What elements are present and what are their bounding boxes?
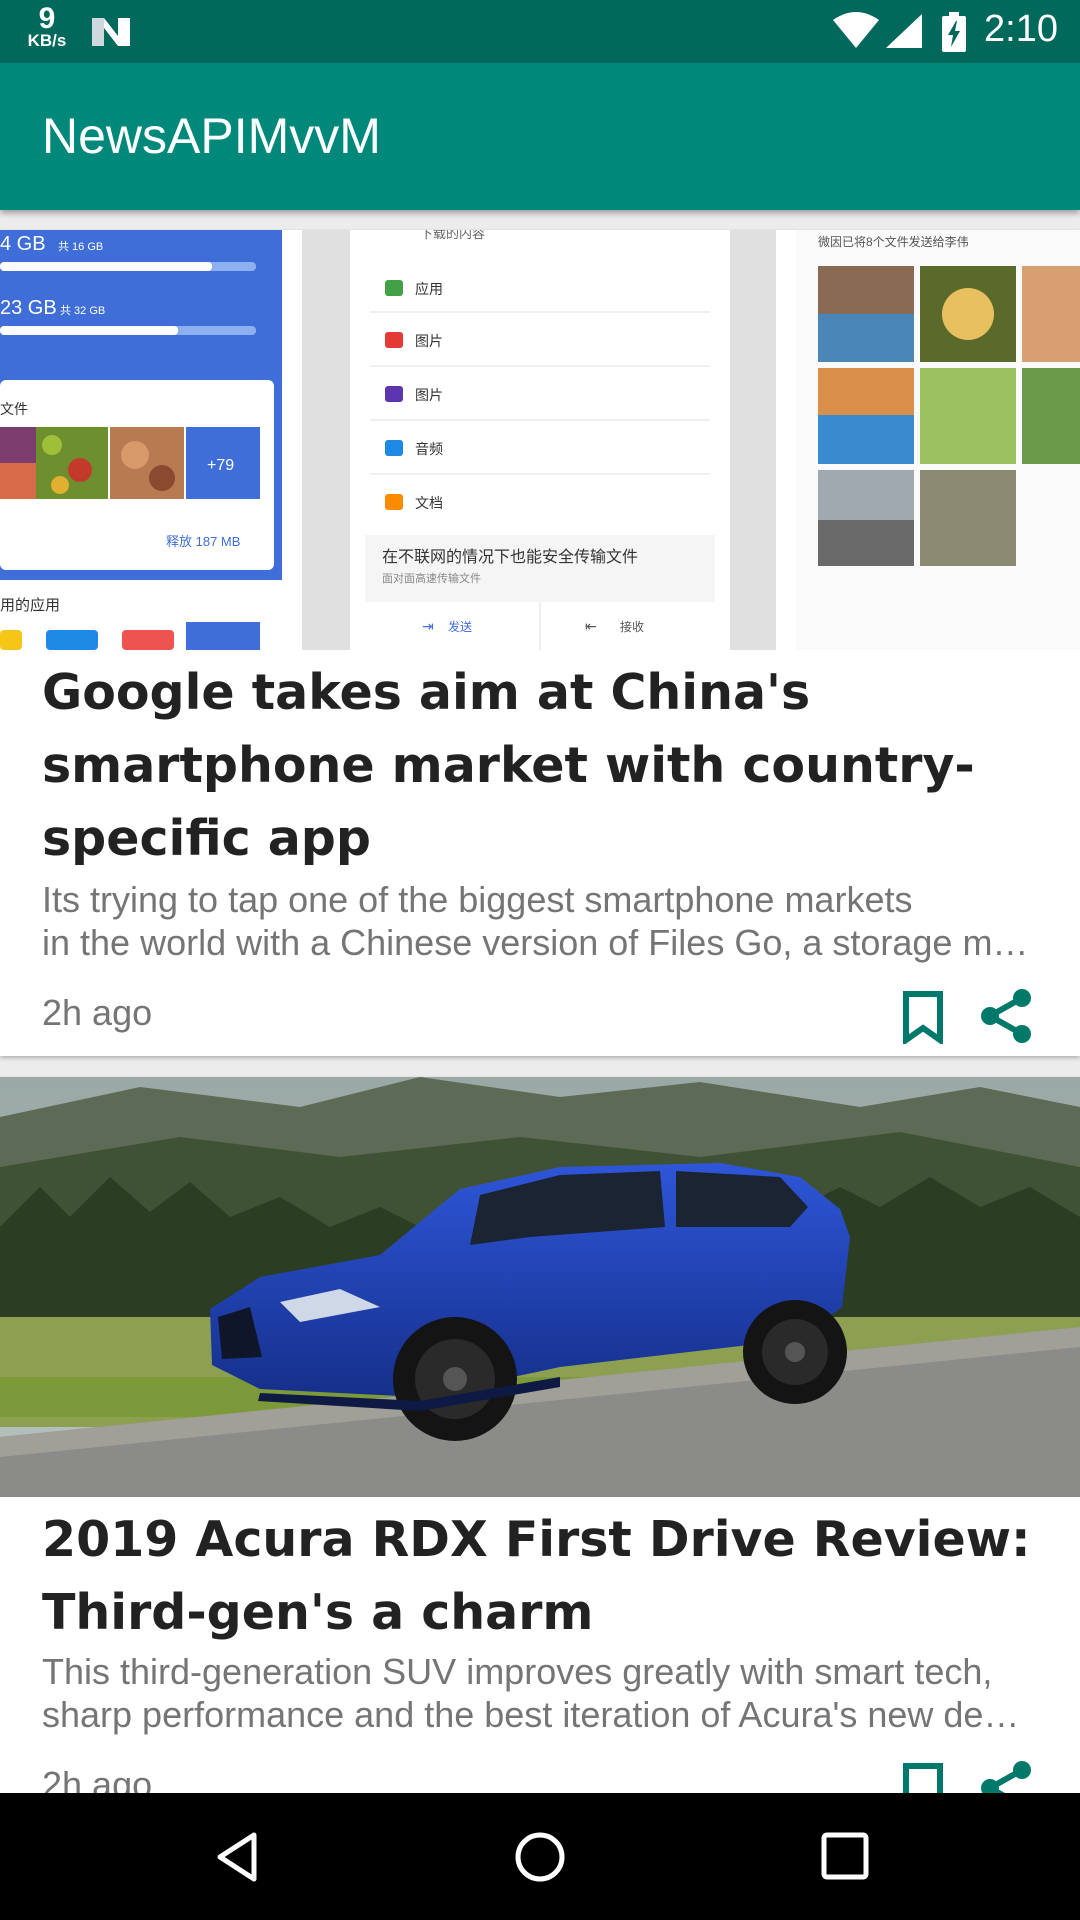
more-count-text: +79 — [207, 457, 234, 474]
storage-2-text: 23 GB — [0, 297, 57, 319]
article-title-line: 2019 Acura RDX First Drive Review: — [42, 1511, 1031, 1568]
storage-2-total-text: 共 32 GB — [60, 304, 105, 317]
menu-item-documents: 文档 — [415, 495, 443, 511]
article-time: 2h ago — [42, 992, 153, 1033]
article-description-line: sharp performance and the best iteration… — [42, 1694, 1020, 1735]
article-title[interactable]: Google takes aim at China's smartphone m… — [42, 656, 1032, 875]
network-speed-value: 9 — [38, 2, 56, 35]
clock: 2:10 — [984, 8, 1058, 50]
free-space-text: 释放 187 MB — [166, 534, 240, 549]
article-title[interactable]: 2019 Acura RDX First Drive Review: Third… — [42, 1503, 1032, 1649]
apps-label: 用的应用 — [0, 596, 60, 614]
offline-transfer-subtitle: 面对面高速传输文件 — [382, 571, 481, 585]
article-time: 2h ago — [42, 1764, 153, 1793]
menu-item-audio: 音频 — [415, 441, 443, 457]
notification-n-icon — [92, 18, 130, 46]
offline-transfer-title: 在不联网的情况下也能安全传输文件 — [382, 548, 638, 566]
news-list[interactable]: 4 GB 共 16 GB 23 GB 共 32 GB 文件 +79 释放 187… — [0, 210, 1080, 1793]
article-image — [0, 1077, 1080, 1497]
menu-item-images: 图片 — [415, 333, 443, 349]
receive-text: 接收 — [620, 619, 644, 634]
svg-text:⇤: ⇤ — [585, 618, 597, 634]
network-speed-unit: KB/s — [27, 31, 67, 50]
article-card[interactable]: 4 GB 共 16 GB 23 GB 共 32 GB 文件 +79 释放 187… — [0, 230, 1080, 1056]
home-icon[interactable] — [512, 1829, 568, 1885]
system-navigation-bar — [0, 1793, 1080, 1920]
menu-item-videos: 图片 — [415, 387, 443, 403]
app-title: NewsAPIMvvM — [42, 108, 381, 164]
svg-text:⇥: ⇥ — [422, 618, 434, 634]
bookmark-icon[interactable] — [900, 1762, 946, 1793]
battery-charging-icon — [942, 12, 966, 52]
downloads-text: 下载的内容 — [420, 230, 485, 241]
acura-rdx-photo — [0, 1077, 1080, 1497]
article-description-line: in the world with a Chinese version of F… — [42, 922, 1029, 963]
recent-apps-icon[interactable] — [818, 1829, 872, 1883]
article-title-line: smartphone market with country- — [42, 737, 975, 794]
wifi-icon — [833, 12, 879, 48]
files-go-screenshots-image: 4 GB 共 16 GB 23 GB 共 32 GB 文件 +79 释放 187… — [0, 230, 1080, 650]
share-icon[interactable] — [978, 1760, 1034, 1793]
menu-item-apps: 应用 — [415, 281, 443, 297]
app-bar: NewsAPIMvvM — [0, 63, 1080, 210]
storage-1-total-text: 共 16 GB — [58, 240, 103, 253]
files-label: 文件 — [0, 401, 28, 417]
article-title-line: specific app — [42, 810, 371, 867]
share-header-text: 微因已将8个文件发送给李伟 — [818, 234, 969, 249]
cellular-signal-icon — [886, 14, 922, 48]
network-speed: 9 KB/s — [22, 2, 72, 50]
bookmark-icon[interactable] — [900, 990, 946, 1044]
back-icon[interactable] — [210, 1829, 266, 1885]
status-bar: 9 KB/s 2:10 — [0, 0, 1080, 63]
article-description-line: Its trying to tap one of the biggest sma… — [42, 879, 913, 920]
article-description-line: This third-generation SUV improves great… — [42, 1651, 993, 1692]
storage-1-text: 4 GB — [0, 233, 46, 255]
article-card[interactable]: 2019 Acura RDX First Drive Review: Third… — [0, 1077, 1080, 1793]
article-title-line: Third-gen's a charm — [42, 1584, 594, 1641]
share-icon[interactable] — [978, 988, 1034, 1044]
article-image: 4 GB 共 16 GB 23 GB 共 32 GB 文件 +79 释放 187… — [0, 230, 1080, 650]
article-title-line: Google takes aim at China's — [42, 664, 811, 721]
send-text: 发送 — [448, 619, 472, 634]
